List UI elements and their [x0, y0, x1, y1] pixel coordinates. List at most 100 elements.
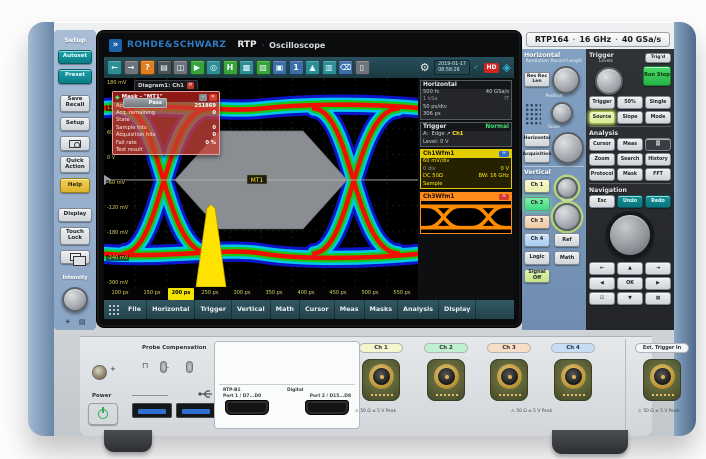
- intensity-knob[interactable]: [62, 287, 88, 312]
- menu-meas[interactable]: Meas: [335, 300, 365, 319]
- menu-vertical[interactable]: Vertical: [232, 300, 271, 319]
- slope-button[interactable]: Slope: [617, 111, 643, 124]
- touch-screen[interactable]: ← → ? ▤ ◫ ▶ ◎ H ▩ ▨ ▣ 1 ▲ ▥ ⌫ ▯ ⚙: [104, 57, 514, 319]
- ref-button[interactable]: Ref: [554, 233, 580, 247]
- diagram-tab-label: Diagram1: Ch1: [138, 83, 184, 89]
- horizontal-position-knob[interactable]: [551, 102, 573, 124]
- channel-1-button[interactable]: Ch 1: [524, 179, 550, 193]
- spectrogram-icon[interactable]: ▨: [256, 60, 271, 75]
- screenshot-button[interactable]: [60, 136, 90, 151]
- signal-off-button[interactable]: Signal Off: [524, 269, 550, 283]
- save-icon[interactable]: ◫: [173, 60, 188, 75]
- trigger-button[interactable]: Trigger: [589, 96, 615, 109]
- zoom-icon[interactable]: ◎: [206, 60, 221, 75]
- run-stop-button[interactable]: Run Stop: [643, 66, 671, 86]
- source-button[interactable]: Source: [589, 111, 615, 124]
- protocol-button[interactable]: Protocol: [589, 168, 615, 181]
- report-icon[interactable]: ▥: [322, 60, 337, 75]
- search-button[interactable]: Search: [617, 153, 643, 166]
- windows-button[interactable]: [60, 250, 90, 265]
- minimize-icon[interactable]: –: [199, 94, 207, 101]
- diagram-tab-close-icon[interactable]: ✕: [187, 82, 194, 89]
- esc-button[interactable]: Esc: [589, 195, 615, 208]
- display-button[interactable]: Display: [58, 208, 92, 223]
- quick-action-button[interactable]: Quick Action: [60, 156, 90, 173]
- channel-3-button[interactable]: Ch 3: [524, 215, 550, 229]
- mask-result-dialog[interactable]: ◆ Mask - "MT1" – ✕ Acq. completed251869 …: [112, 91, 220, 155]
- menu-grid-icon[interactable]: [108, 304, 119, 315]
- redo-button[interactable]: Redo: [645, 195, 671, 208]
- tab-right-key[interactable]: ⇥: [645, 262, 671, 275]
- channel-4-button[interactable]: Ch 4: [524, 233, 550, 247]
- annotation-icon[interactable]: 1: [289, 60, 304, 75]
- zoom-button[interactable]: Zoom: [589, 153, 615, 166]
- channel-2-button[interactable]: Ch 2: [524, 197, 550, 211]
- menu-file[interactable]: File: [123, 300, 147, 319]
- trigger-level-knob[interactable]: [595, 67, 623, 95]
- menu-trigger[interactable]: Trigger: [195, 300, 232, 319]
- save-recall-button[interactable]: Save Recall: [60, 95, 90, 112]
- spectrum-icon[interactable]: ▲: [305, 60, 320, 75]
- horizontal-button[interactable]: Horizontal: [524, 133, 550, 147]
- touch-lock-button[interactable]: Touch Lock: [60, 227, 90, 244]
- menu-display[interactable]: Display: [439, 300, 476, 319]
- menu-math[interactable]: Math: [271, 300, 300, 319]
- mode-button[interactable]: Mode: [645, 111, 671, 124]
- preset-button[interactable]: Preset: [58, 69, 92, 84]
- checkbox-key[interactable]: ☑: [589, 292, 615, 305]
- autoset-button[interactable]: Autoset: [58, 50, 92, 65]
- hd-mode-badge[interactable]: HD: [484, 63, 499, 73]
- vertical-position-knob[interactable]: [556, 177, 578, 199]
- menu-horizontal[interactable]: Horizontal: [147, 300, 195, 319]
- left-key[interactable]: ◀: [589, 277, 615, 290]
- right-key[interactable]: ▶: [645, 277, 671, 290]
- tab-left-key[interactable]: ⇤: [589, 262, 615, 275]
- resolution-knob[interactable]: [552, 66, 580, 94]
- down-key[interactable]: ▼: [617, 292, 643, 305]
- menu-cursor[interactable]: Cursor: [300, 300, 335, 319]
- ch1-waveform-box[interactable]: Ch1Wfm1≈ 60 mV/div 0 div0 V DC 50ΩBW: 16…: [420, 149, 512, 189]
- help-icon[interactable]: ?: [140, 60, 155, 75]
- recall-icon[interactable]: ▶: [190, 60, 205, 75]
- history-button[interactable]: History: [645, 153, 671, 166]
- fifty-percent-button[interactable]: 50%: [617, 96, 643, 109]
- ok-key[interactable]: OK: [617, 277, 643, 290]
- back-icon[interactable]: ←: [107, 60, 122, 75]
- fft-button[interactable]: FFT: [645, 168, 671, 181]
- acquisition-button[interactable]: Acquisition: [524, 149, 550, 163]
- horizontal-scale-knob[interactable]: [552, 132, 584, 164]
- cursor-button[interactable]: Cursor: [589, 138, 615, 151]
- menu-masks[interactable]: Masks: [365, 300, 399, 319]
- logic-button[interactable]: Logic: [524, 251, 550, 265]
- datetime-display[interactable]: 2019-01-17 08:58:26: [434, 60, 470, 76]
- open-icon[interactable]: ▤: [157, 60, 172, 75]
- mask-test-icon[interactable]: ▩: [239, 60, 254, 75]
- navigation-knob[interactable]: [606, 211, 654, 259]
- help-button[interactable]: Help: [60, 178, 90, 193]
- close-icon[interactable]: ✕: [209, 94, 217, 101]
- vertical-scale-knob[interactable]: [553, 203, 581, 231]
- ch3-waveform-box[interactable]: Ch3Wfm1≈: [420, 192, 512, 234]
- diagram-tab[interactable]: Diagram1: Ch1 ✕: [134, 80, 198, 90]
- power-button[interactable]: [88, 403, 118, 425]
- cleanup-icon[interactable]: ⌫: [338, 60, 353, 75]
- meas-button[interactable]: Meas: [617, 138, 643, 151]
- apps-grid-button[interactable]: ⠿: [645, 138, 671, 151]
- single-button[interactable]: Single: [645, 96, 671, 109]
- menu-analysis[interactable]: Analysis: [398, 300, 439, 319]
- horizontal-info-box[interactable]: Horizontal 500 fs40 GSa/s 1 kSaIT 50 ps/…: [420, 80, 512, 120]
- waveform-diagram[interactable]: MT1 180 mV120 mV 60 mV0 V -60 mV-120 mV …: [104, 78, 418, 300]
- forward-icon[interactable]: →: [124, 60, 139, 75]
- screenshot-icon[interactable]: ▣: [272, 60, 287, 75]
- res-rec-len-button[interactable]: Res Rec Len: [524, 72, 550, 87]
- undo-button[interactable]: Undo: [617, 195, 643, 208]
- up-key[interactable]: ▲: [617, 262, 643, 275]
- mask-button[interactable]: Mask: [617, 168, 643, 181]
- histogram-icon[interactable]: H: [223, 60, 238, 75]
- math-button[interactable]: Math: [554, 251, 580, 265]
- menu-key[interactable]: ▦: [645, 292, 671, 305]
- trigger-info-box[interactable]: TriggerNormal A: Edge ↗ Ch1 Level: 0 V: [420, 122, 512, 147]
- settings-gear-icon[interactable]: ⚙: [420, 61, 430, 74]
- delete-icon[interactable]: ▯: [355, 60, 370, 75]
- setup-button[interactable]: Setup: [60, 117, 90, 132]
